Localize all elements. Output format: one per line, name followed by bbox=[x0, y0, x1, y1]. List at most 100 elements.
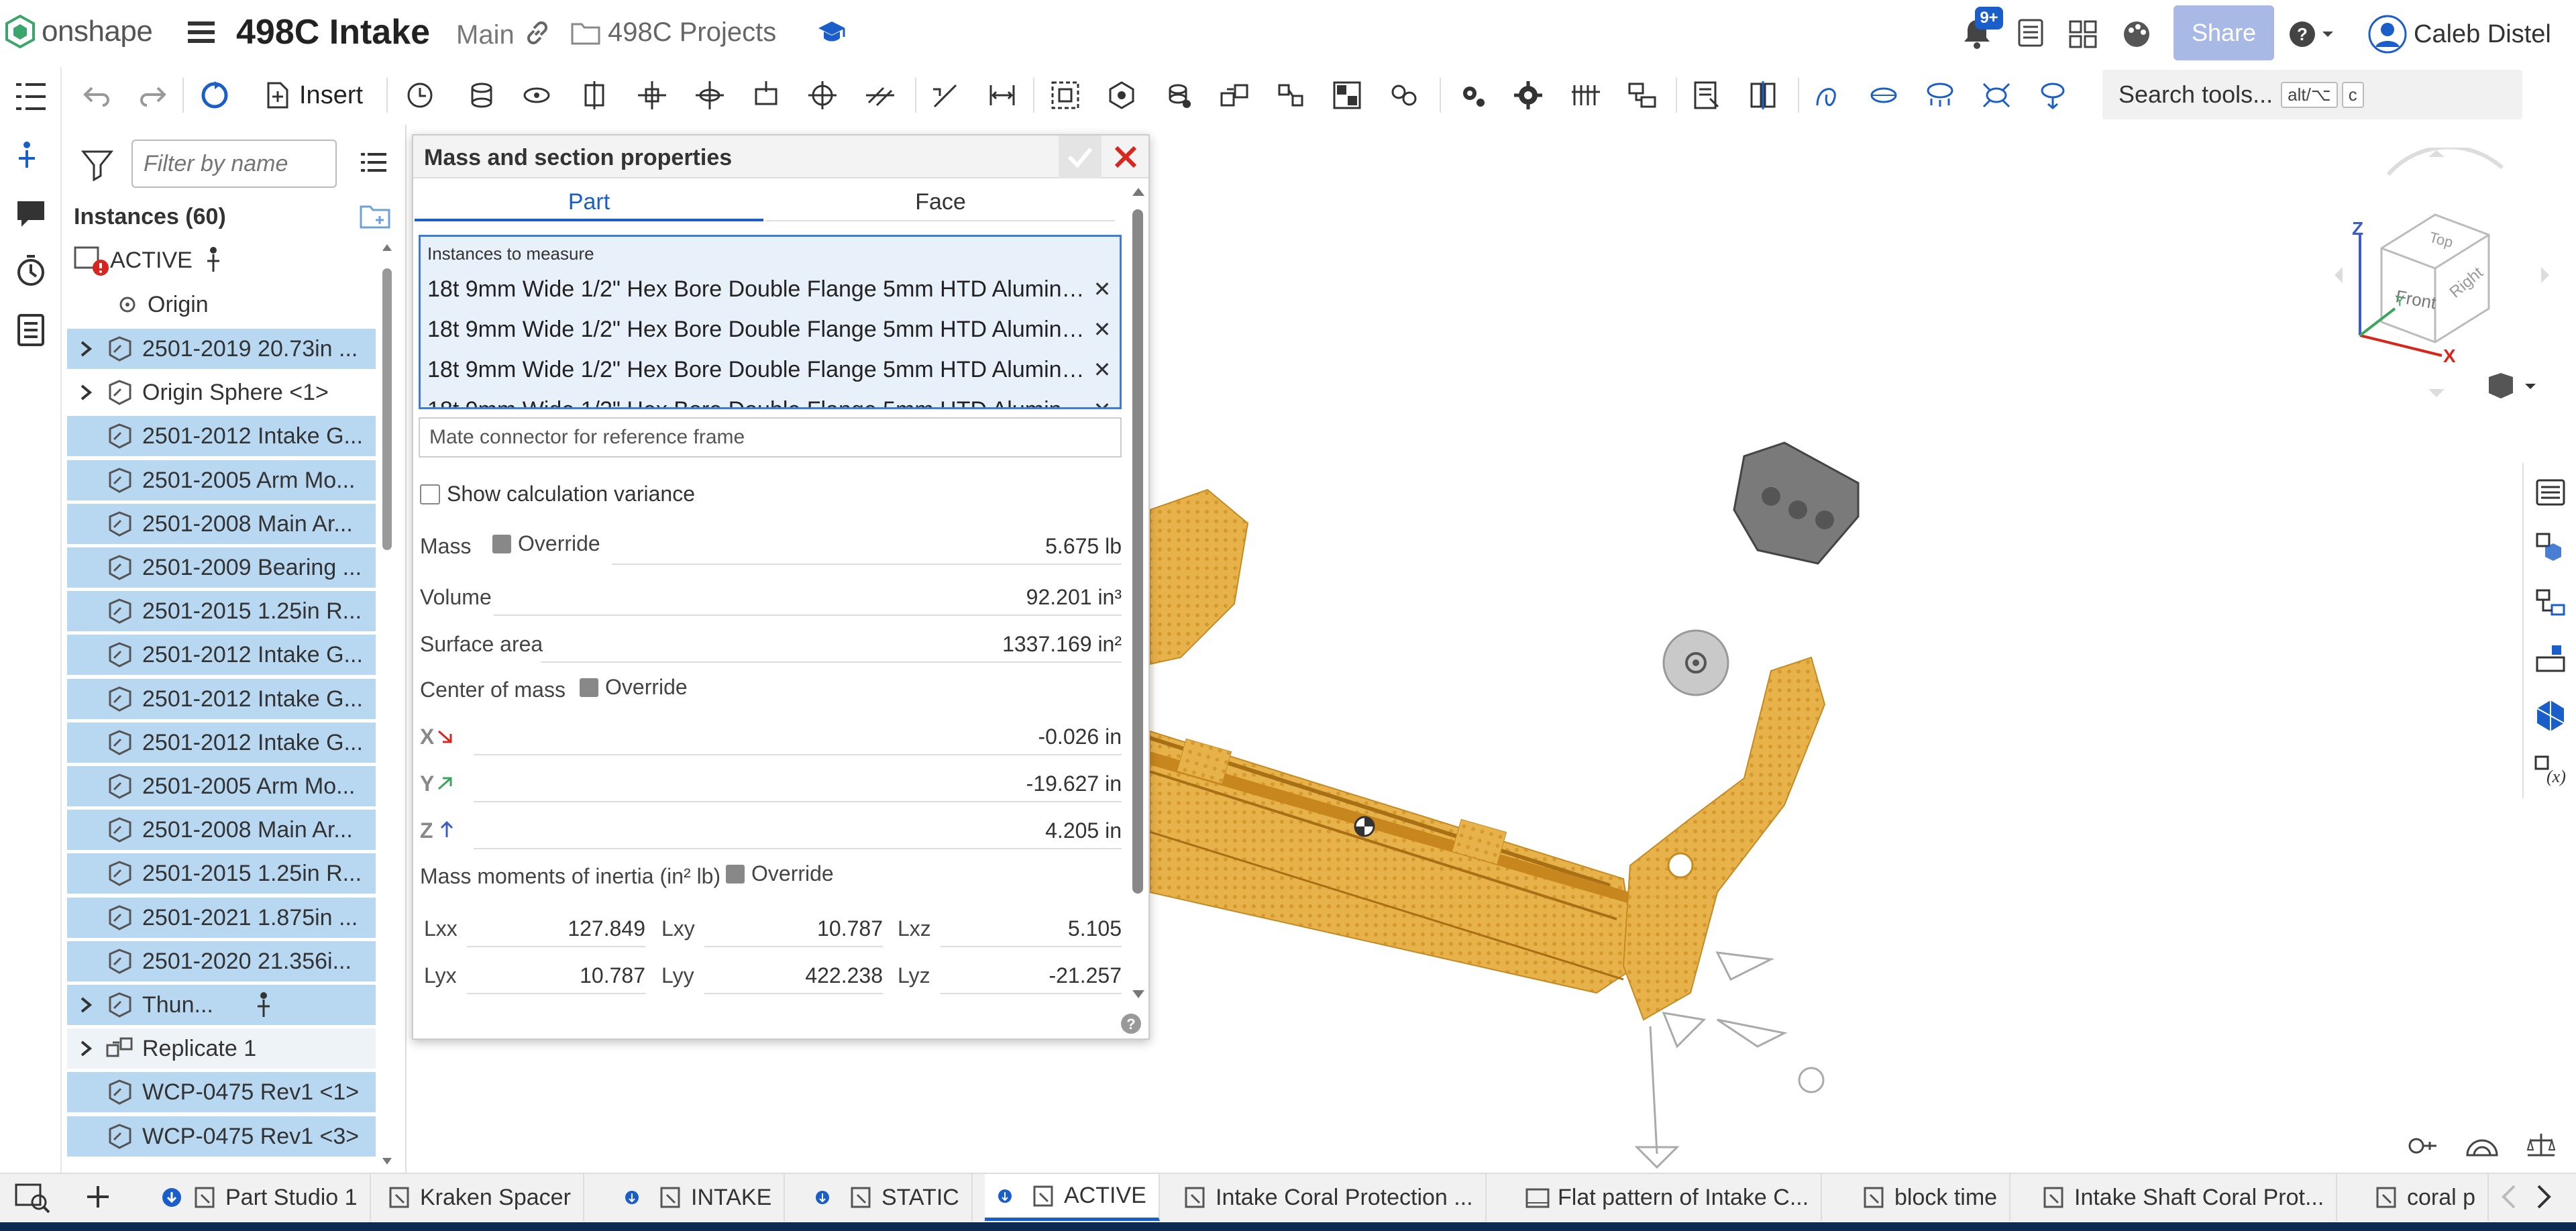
named-positions-icon[interactable] bbox=[2533, 641, 2568, 676]
scroll-up-icon[interactable] bbox=[381, 242, 393, 254]
list-view-icon[interactable] bbox=[358, 149, 389, 180]
tree-scroll-thumb[interactable] bbox=[382, 268, 392, 550]
instance-item[interactable]: 18t 9mm Wide 1/2" Hex Bore Double Flange… bbox=[427, 390, 1116, 408]
tree-item[interactable]: 2501-2021 1.875in ... bbox=[67, 898, 376, 938]
tree-item[interactable]: 2501-2012 Intake G... bbox=[67, 416, 376, 456]
add-tab-button[interactable] bbox=[79, 1178, 117, 1216]
explode-icon[interactable] bbox=[1328, 76, 1366, 114]
mass-override-checkbox[interactable] bbox=[492, 534, 511, 553]
tree-item[interactable]: 2501-2005 Arm Mo... bbox=[67, 766, 376, 806]
measure-tool-icon[interactable] bbox=[2524, 1130, 2559, 1158]
mate-connector-icon[interactable] bbox=[1103, 76, 1140, 114]
show-variance-checkbox[interactable] bbox=[420, 484, 440, 504]
menu-icon[interactable] bbox=[185, 17, 217, 47]
comments-icon[interactable] bbox=[13, 196, 48, 231]
tasks-icon[interactable] bbox=[2015, 17, 2046, 48]
tab-face[interactable]: Face bbox=[766, 182, 1115, 221]
replicate-icon[interactable] bbox=[1216, 76, 1253, 114]
dialog-scroll-thumb[interactable] bbox=[1132, 209, 1143, 894]
tangent-mate-icon[interactable] bbox=[927, 76, 965, 114]
render-mode-icon[interactable] bbox=[2465, 1130, 2500, 1158]
inertia-override-checkbox[interactable] bbox=[726, 864, 745, 884]
show-variance-option[interactable]: Show calculation variance bbox=[420, 482, 695, 506]
exploded-views-icon[interactable] bbox=[2533, 698, 2568, 733]
tree-item[interactable]: 2501-2005 Arm Mo... bbox=[67, 460, 376, 500]
feature-list-icon[interactable] bbox=[13, 79, 48, 114]
document-tab[interactable]: coral p bbox=[2361, 1174, 2489, 1221]
bill-of-materials-icon[interactable] bbox=[13, 313, 48, 347]
tab-scroll-left-icon[interactable] bbox=[2498, 1182, 2520, 1212]
sketch-loop-icon[interactable] bbox=[2034, 76, 2072, 114]
scroll-up-icon[interactable] bbox=[1131, 185, 1146, 199]
expand-chevron-icon[interactable] bbox=[72, 335, 99, 362]
tree-item[interactable]: 2501-2009 Bearing ... bbox=[67, 547, 376, 588]
onshape-logo[interactable]: onshape bbox=[5, 15, 153, 48]
mass-override[interactable]: Override bbox=[492, 531, 600, 556]
revolute-mate-icon[interactable] bbox=[518, 76, 555, 114]
user-menu[interactable]: Caleb Distel bbox=[2368, 15, 2551, 54]
tree-item[interactable]: 2501-2008 Main Ar... bbox=[67, 504, 376, 544]
document-tab[interactable]: Intake Coral Protection ... bbox=[1170, 1174, 1487, 1221]
tree-item[interactable]: 2501-2019 20.73in ... bbox=[67, 329, 376, 369]
graphics-viewport[interactable] bbox=[1150, 125, 2518, 1173]
document-title[interactable]: 498C Intake bbox=[236, 12, 430, 52]
new-folder-icon[interactable] bbox=[358, 201, 392, 231]
tree-item[interactable]: Replicate 1 bbox=[67, 1028, 376, 1069]
view-cube[interactable]: Top Front Right Z X Y bbox=[2328, 148, 2556, 403]
redo-icon[interactable] bbox=[134, 76, 172, 114]
cylindrical-mate-icon[interactable] bbox=[691, 76, 729, 114]
history-timer-icon[interactable] bbox=[13, 254, 48, 288]
tree-item[interactable]: WCP-0475 Rev1 <1> bbox=[67, 1072, 376, 1112]
tree-scrollbar[interactable] bbox=[380, 242, 394, 1167]
document-tab[interactable]: Intake Shaft Coral Prot... bbox=[2029, 1174, 2338, 1221]
tree-item[interactable]: 2501-2012 Intake G... bbox=[67, 679, 376, 719]
parallel-mate-icon[interactable] bbox=[861, 76, 899, 114]
motion-icon[interactable] bbox=[1623, 76, 1661, 114]
scroll-down-icon[interactable] bbox=[1131, 987, 1146, 1001]
mate-connector-field[interactable]: Mate connector for reference frame bbox=[419, 417, 1122, 458]
undo-icon[interactable] bbox=[78, 76, 115, 114]
accept-button[interactable] bbox=[1059, 136, 1102, 178]
sketch-ellipse-icon[interactable] bbox=[1865, 76, 1902, 114]
measure-icon[interactable] bbox=[1688, 76, 1725, 114]
tree-item[interactable]: 2501-2015 1.25in R... bbox=[67, 591, 376, 631]
search-tools-input[interactable]: Search tools... alt/⌥ c bbox=[2102, 70, 2522, 119]
document-tab[interactable]: Part Studio 1 bbox=[146, 1174, 371, 1221]
history-icon[interactable] bbox=[401, 76, 439, 114]
linear-pattern-icon[interactable] bbox=[1567, 76, 1605, 114]
expand-chevron-icon[interactable] bbox=[72, 992, 99, 1018]
close-button[interactable] bbox=[1104, 136, 1147, 178]
expand-chevron-icon[interactable] bbox=[72, 379, 99, 406]
remove-instance-icon[interactable]: ✕ bbox=[1089, 357, 1116, 382]
remove-instance-icon[interactable]: ✕ bbox=[1089, 276, 1116, 302]
document-tab[interactable]: ACTIVE bbox=[985, 1174, 1160, 1221]
instance-item[interactable]: 18t 9mm Wide 1/2" Hex Bore Double Flange… bbox=[427, 269, 1116, 309]
width-mate-icon[interactable] bbox=[983, 76, 1021, 114]
gear-relation-icon[interactable] bbox=[1385, 76, 1422, 114]
regenerate-icon[interactable] bbox=[196, 76, 233, 114]
tree-item-active-assembly[interactable]: ACTIVE bbox=[67, 240, 376, 280]
remove-instance-icon[interactable]: ✕ bbox=[1089, 397, 1116, 407]
expand-chevron-icon[interactable] bbox=[72, 1035, 99, 1062]
pin-slot-mate-icon[interactable] bbox=[747, 76, 785, 114]
sketch-circle-pattern-icon[interactable] bbox=[1921, 76, 1959, 114]
gear-settings-icon[interactable] bbox=[1453, 76, 1491, 114]
document-tab[interactable]: STATIC bbox=[802, 1174, 973, 1221]
tree-item[interactable]: WCP-0475 Rev1 <3> bbox=[67, 1116, 376, 1157]
tree-item[interactable]: 2501-2020 21.356i... bbox=[67, 941, 376, 981]
planar-mate-icon[interactable] bbox=[633, 76, 671, 114]
sketch-shape-icon[interactable] bbox=[1978, 76, 2015, 114]
inertia-override[interactable]: Override bbox=[726, 861, 834, 886]
instances-to-measure-list[interactable]: Instances to measure 18t 9mm Wide 1/2" H… bbox=[419, 235, 1122, 409]
tab-manager-icon[interactable] bbox=[12, 1178, 52, 1216]
document-tab[interactable]: Flat pattern of Intake C... bbox=[1512, 1174, 1823, 1221]
share-button[interactable]: Share bbox=[2174, 5, 2274, 60]
properties-panel-icon[interactable] bbox=[2533, 475, 2568, 510]
section-view-icon[interactable] bbox=[1744, 76, 1782, 114]
camera-view-icon[interactable] bbox=[2406, 1130, 2440, 1158]
parts-list-icon[interactable] bbox=[13, 138, 48, 173]
variables-panel-icon[interactable]: (x) bbox=[2533, 753, 2568, 788]
document-tab[interactable]: Kraken Spacer bbox=[374, 1174, 584, 1221]
link-icon[interactable] bbox=[523, 19, 551, 47]
instance-item[interactable]: 18t 9mm Wide 1/2" Hex Bore Double Flange… bbox=[427, 350, 1116, 390]
